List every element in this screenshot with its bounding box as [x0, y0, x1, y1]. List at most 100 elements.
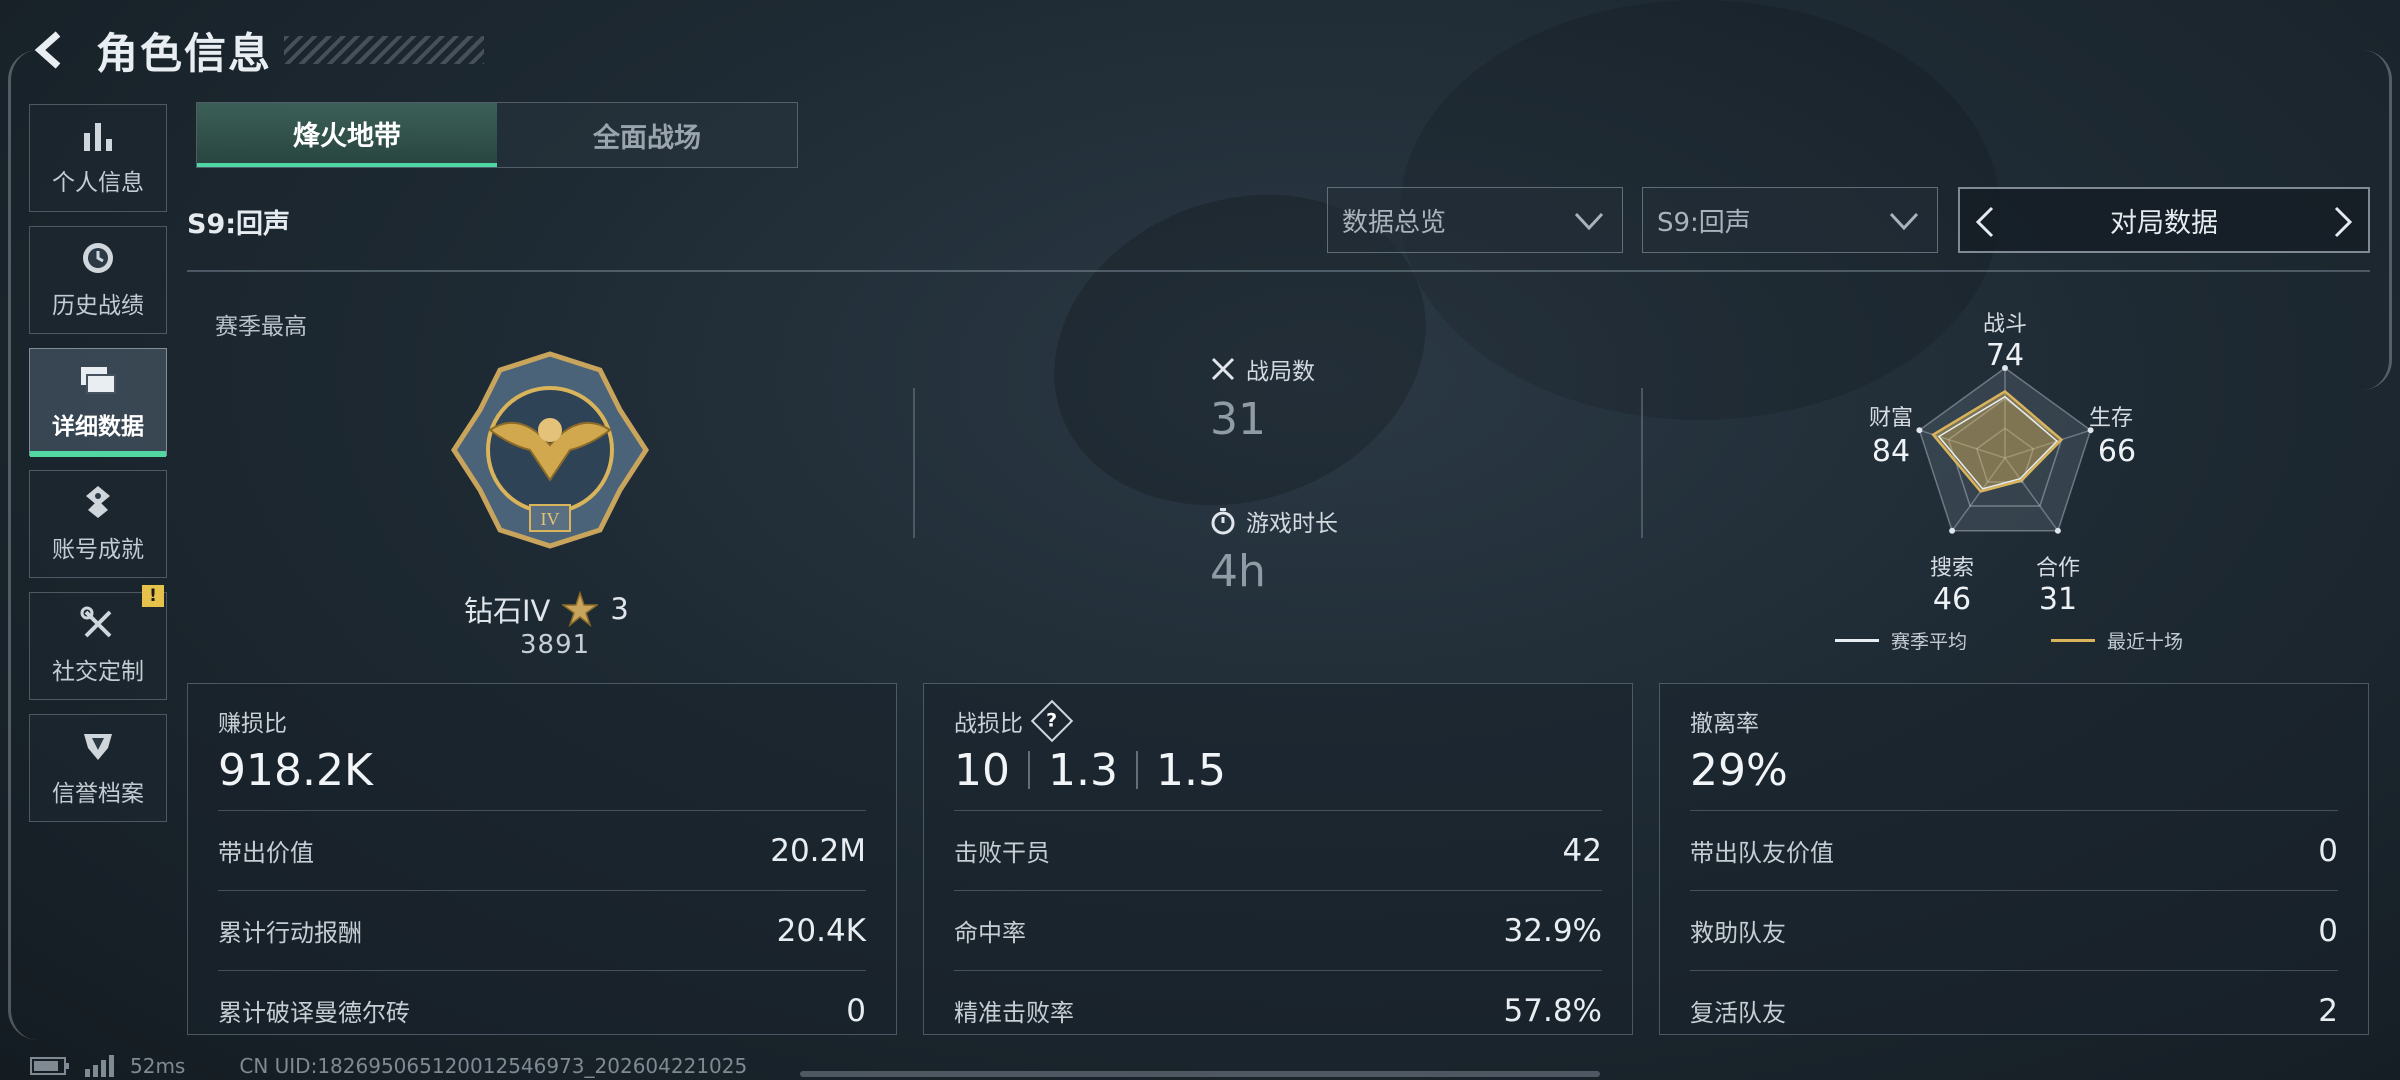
- card-title: 撤离率: [1690, 711, 1759, 737]
- overview-dropdown[interactable]: 数据总览: [1327, 187, 1623, 253]
- row-value: 0: [2318, 832, 2338, 869]
- sidebar-item-achievements[interactable]: 账号成就: [29, 470, 167, 578]
- crossed-swords-icon: [1211, 357, 1235, 381]
- tools-icon: [80, 606, 112, 638]
- page-title: 角色信息: [96, 28, 273, 78]
- status-footer: 52ms CN UID:1826950651200125469​73_20260…: [30, 1054, 747, 1078]
- history-icon: [83, 243, 113, 273]
- mode-tabs: 烽火地带 全面战场: [196, 102, 798, 168]
- card-title-row: 战损比 ?: [954, 699, 1602, 743]
- radar-value-survival: 66: [2097, 434, 2137, 469]
- sidebar-item-label: 社交定制: [52, 659, 144, 685]
- kd-value-3: 1.5: [1155, 744, 1226, 796]
- row-label: 复活队友: [1690, 999, 1786, 1027]
- sidebar-item-label: 账号成就: [52, 537, 144, 563]
- row-value: 32.9%: [1503, 912, 1602, 949]
- achievement-icon: [86, 486, 110, 518]
- row-label: 累计行动报酬: [218, 919, 362, 947]
- sidebar-item-label: 详细数据: [52, 414, 144, 440]
- rank-name: 钻石IV 3: [464, 588, 629, 630]
- row-label: 累计破译曼德尔砖: [218, 999, 410, 1027]
- table-row: 带出队友价值 0: [1690, 810, 2338, 890]
- title-decoration: [284, 36, 485, 64]
- back-arrow-icon[interactable]: [28, 28, 72, 72]
- value-separator: [1028, 751, 1030, 789]
- card-main-value: 29%: [1690, 744, 1788, 796]
- row-value: 20.2M: [770, 832, 866, 869]
- legend-label: 最近十场: [2107, 631, 2184, 653]
- dropdown-value: 数据总览: [1342, 207, 1447, 238]
- card-main-values: 10 1.3 1.5: [954, 740, 1602, 800]
- radar-label-search: 搜索: [1929, 556, 1974, 581]
- uid-text: CN UID:1826950651200125469​73_2026042210…: [239, 1054, 748, 1078]
- help-icon[interactable]: ?: [1030, 699, 1074, 743]
- star-icon: [562, 591, 599, 627]
- row-value: 0: [846, 992, 866, 1029]
- tab-hazard-zone[interactable]: 烽火地带: [197, 103, 497, 167]
- row-label: 救助队友: [1690, 919, 1786, 947]
- tab-full-battlefield[interactable]: 全面战场: [497, 103, 797, 167]
- sidebar-item-history[interactable]: 历史战绩: [29, 226, 167, 334]
- matches-value: 31: [1210, 394, 1266, 445]
- rank-title: 钻石IV: [464, 594, 551, 628]
- chevron-right-icon[interactable]: [2328, 205, 2358, 239]
- legend-swatch: [2051, 639, 2095, 642]
- ping-value: 52ms: [130, 1054, 186, 1078]
- chevron-down-icon: [1574, 212, 1604, 231]
- sidebar-item-profile[interactable]: 个人信息: [29, 104, 167, 212]
- bar-chart-icon: [84, 123, 112, 151]
- sidebar-item-details[interactable]: 详细数据: [29, 348, 167, 457]
- row-label: 命中率: [954, 919, 1026, 947]
- section-divider: [187, 270, 2370, 272]
- radar-vertex-dot: [1916, 427, 1923, 434]
- panel-divider: [913, 388, 915, 538]
- radar-value-wealth: 84: [1871, 434, 1911, 469]
- chevron-down-icon: [1889, 212, 1919, 231]
- card-title: 战损比: [954, 711, 1023, 737]
- shield-icon: [84, 734, 112, 760]
- row-value: 0: [2318, 912, 2338, 949]
- radar-vertex-dot: [2054, 527, 2061, 534]
- chevron-left-icon[interactable]: [1970, 205, 2000, 239]
- radar-label-combat: 战斗: [1982, 312, 2027, 337]
- help-glyph: ?: [1046, 710, 1058, 732]
- radar-vertex-dot: [1949, 527, 1956, 534]
- dropdown-value: S9:回声: [1657, 207, 1751, 238]
- card-title: 赚损比: [218, 711, 287, 737]
- table-row: 复活队友 2: [1690, 970, 2338, 1050]
- table-row: 带出价值 20.2M: [218, 810, 866, 890]
- row-value: 2: [2318, 992, 2338, 1029]
- sidebar-item-social[interactable]: ! 社交定制: [29, 585, 167, 700]
- table-row: 救助队友 0: [1690, 890, 2338, 970]
- rank-points: 3891: [520, 630, 591, 660]
- playtime-value: 4h: [1210, 546, 1266, 597]
- table-row: 精准击败率 57.8%: [954, 970, 1602, 1050]
- season-dropdown[interactable]: S9:回声: [1642, 187, 1938, 253]
- legend-recent10: 最近十场: [2051, 627, 2183, 654]
- row-value: 57.8%: [1503, 992, 1602, 1029]
- kd-value-1: 10: [954, 744, 1010, 796]
- folder-icon: [81, 367, 116, 394]
- battery-icon: [30, 1057, 69, 1075]
- radar-value-combat: 74: [1985, 338, 2025, 373]
- stopwatch-icon: [1211, 508, 1235, 535]
- sidebar-item-reputation[interactable]: 信誉档案: [29, 714, 167, 822]
- mode-selector: 对局数据: [1958, 187, 2370, 253]
- legend-swatch: [1835, 639, 1879, 642]
- row-value: 42: [1562, 832, 1602, 869]
- profit-card: 赚损比 918.2K 带出价值 20.2M 累计行动报酬 20.4K 累计破译曼德尔…: [187, 683, 897, 1035]
- panel-divider: [1641, 388, 1643, 538]
- matches-label: 战局数: [1246, 359, 1315, 385]
- mode-selector-value: 对局数据: [2110, 207, 2218, 239]
- legend-season-avg: 赛季平均: [1835, 627, 1967, 654]
- radar-label-cooperation: 合作: [2035, 556, 2080, 581]
- table-row: 击败干员 42: [954, 810, 1602, 890]
- table-row: 累计行动报酬 20.4K: [218, 890, 866, 970]
- rank-stars: 3: [610, 592, 629, 626]
- combat-card: 战损比 ? 10 1.3 1.5 击败干员 42 命中率 32.9% 精准击败率 57…: [923, 683, 1633, 1035]
- horizontal-scrollbar[interactable]: [800, 1071, 1600, 1077]
- svg-text:IV: IV: [541, 509, 560, 529]
- card-main-value: 918.2K: [218, 744, 373, 796]
- season-best-heading: 赛季最高: [215, 314, 307, 340]
- radar-label-wealth: 财富: [1868, 406, 1913, 431]
